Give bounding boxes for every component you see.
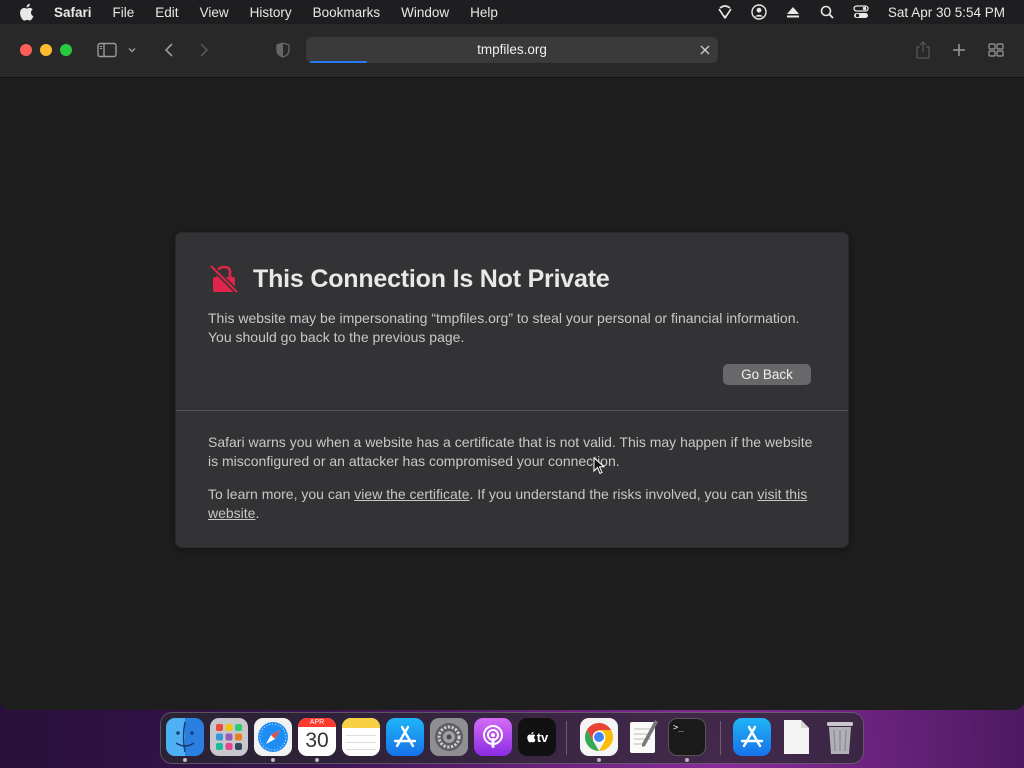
error-message: This website may be impersonating “tmpfi…	[208, 310, 800, 345]
dock-finder-icon[interactable]	[166, 718, 204, 756]
fullscreen-window-button[interactable]	[60, 44, 72, 56]
menubar-clock[interactable]: Sat Apr 30 5:54 PM	[888, 5, 1005, 20]
divider	[176, 410, 848, 411]
sidebar-icon[interactable]	[96, 39, 118, 61]
dock-tv-icon[interactable]: tv	[518, 718, 556, 756]
minimize-window-button[interactable]	[40, 44, 52, 56]
dock-app-store-icon[interactable]	[386, 718, 424, 756]
privacy-shield-icon[interactable]	[272, 39, 294, 61]
go-back-button[interactable]: Go Back	[723, 364, 811, 385]
dock-notes-icon[interactable]	[342, 718, 380, 756]
share-icon[interactable]	[912, 39, 934, 61]
control-center-icon[interactable]	[852, 3, 870, 21]
dock-launchpad-icon[interactable]	[210, 718, 248, 756]
back-icon[interactable]	[158, 39, 180, 61]
apple-tv-logo-icon	[526, 731, 536, 743]
learn-prefix: To learn more, you can	[208, 486, 355, 502]
page-load-progress	[310, 61, 367, 63]
menu-safari[interactable]: Safari	[54, 5, 92, 20]
dock-separator	[720, 721, 721, 755]
dock-textedit-icon[interactable]	[624, 718, 662, 756]
eject-icon[interactable]	[784, 3, 802, 21]
forward-icon[interactable]	[193, 39, 215, 61]
menu-window[interactable]: Window	[401, 5, 449, 20]
error-title: This Connection Is Not Private	[253, 265, 610, 293]
learn-more-text: To learn more, you can view the certific…	[208, 485, 818, 523]
address-bar[interactable]: tmpfiles.org	[306, 37, 718, 63]
tab-overview-icon[interactable]	[985, 39, 1007, 61]
chevron-down-icon[interactable]	[125, 39, 139, 61]
terminal-prompt: >_	[673, 723, 684, 733]
menu-bar: Safari File Edit View History Bookmarks …	[0, 0, 1024, 24]
mouse-cursor-icon	[593, 457, 605, 475]
dock-trash-icon[interactable]	[821, 718, 859, 756]
learn-suffix: .	[255, 505, 260, 521]
dock-running-indicator	[315, 758, 319, 762]
dock-separator	[566, 721, 567, 755]
broken-lock-icon	[208, 263, 240, 295]
dock-terminal-icon[interactable]: >_	[668, 718, 706, 756]
menu-help[interactable]: Help	[470, 5, 498, 20]
user-icon[interactable]	[750, 3, 768, 21]
learn-middle: . If you understand the risks involved, …	[469, 486, 758, 502]
calendar-day: 30	[305, 729, 329, 752]
tv-label: tv	[536, 729, 549, 745]
menu-history[interactable]: History	[250, 5, 292, 20]
safari-window: tmpfiles.org This Connection Is Not Priv…	[0, 24, 1024, 710]
apple-icon[interactable]	[18, 3, 36, 21]
menu-bookmarks[interactable]: Bookmarks	[313, 5, 381, 20]
new-tab-icon[interactable]	[948, 39, 970, 61]
menu-file[interactable]: File	[113, 5, 135, 20]
wifi-icon[interactable]	[716, 3, 734, 21]
menu-view[interactable]: View	[200, 5, 229, 20]
dock-running-indicator	[271, 758, 275, 762]
address-url[interactable]: tmpfiles.org	[306, 37, 718, 63]
spotlight-icon[interactable]	[818, 3, 836, 21]
dock-document-icon[interactable]	[777, 718, 815, 756]
dock-calendar-icon[interactable]: APR 30	[298, 718, 336, 756]
stop-loading-icon[interactable]	[697, 42, 713, 58]
calendar-month: APR	[298, 718, 336, 727]
dock-running-indicator	[685, 758, 689, 762]
view-certificate-link[interactable]: view the certificate	[354, 486, 469, 502]
error-details: Safari warns you when a website has a ce…	[208, 434, 813, 469]
dock-chrome-icon[interactable]	[580, 718, 618, 756]
dock-app-store-folder-icon[interactable]	[733, 718, 771, 756]
dock-system-preferences-icon[interactable]	[430, 718, 468, 756]
menu-edit[interactable]: Edit	[155, 5, 178, 20]
toolbar: tmpfiles.org	[0, 24, 1024, 78]
certificate-error-panel: This Connection Is Not Private This webs…	[176, 233, 848, 547]
dock-running-indicator	[183, 758, 187, 762]
close-window-button[interactable]	[20, 44, 32, 56]
dock-running-indicator	[597, 758, 601, 762]
dock-safari-icon[interactable]	[254, 718, 292, 756]
dock: APR 30 tv >_	[160, 712, 864, 764]
dock-podcasts-icon[interactable]	[474, 718, 512, 756]
